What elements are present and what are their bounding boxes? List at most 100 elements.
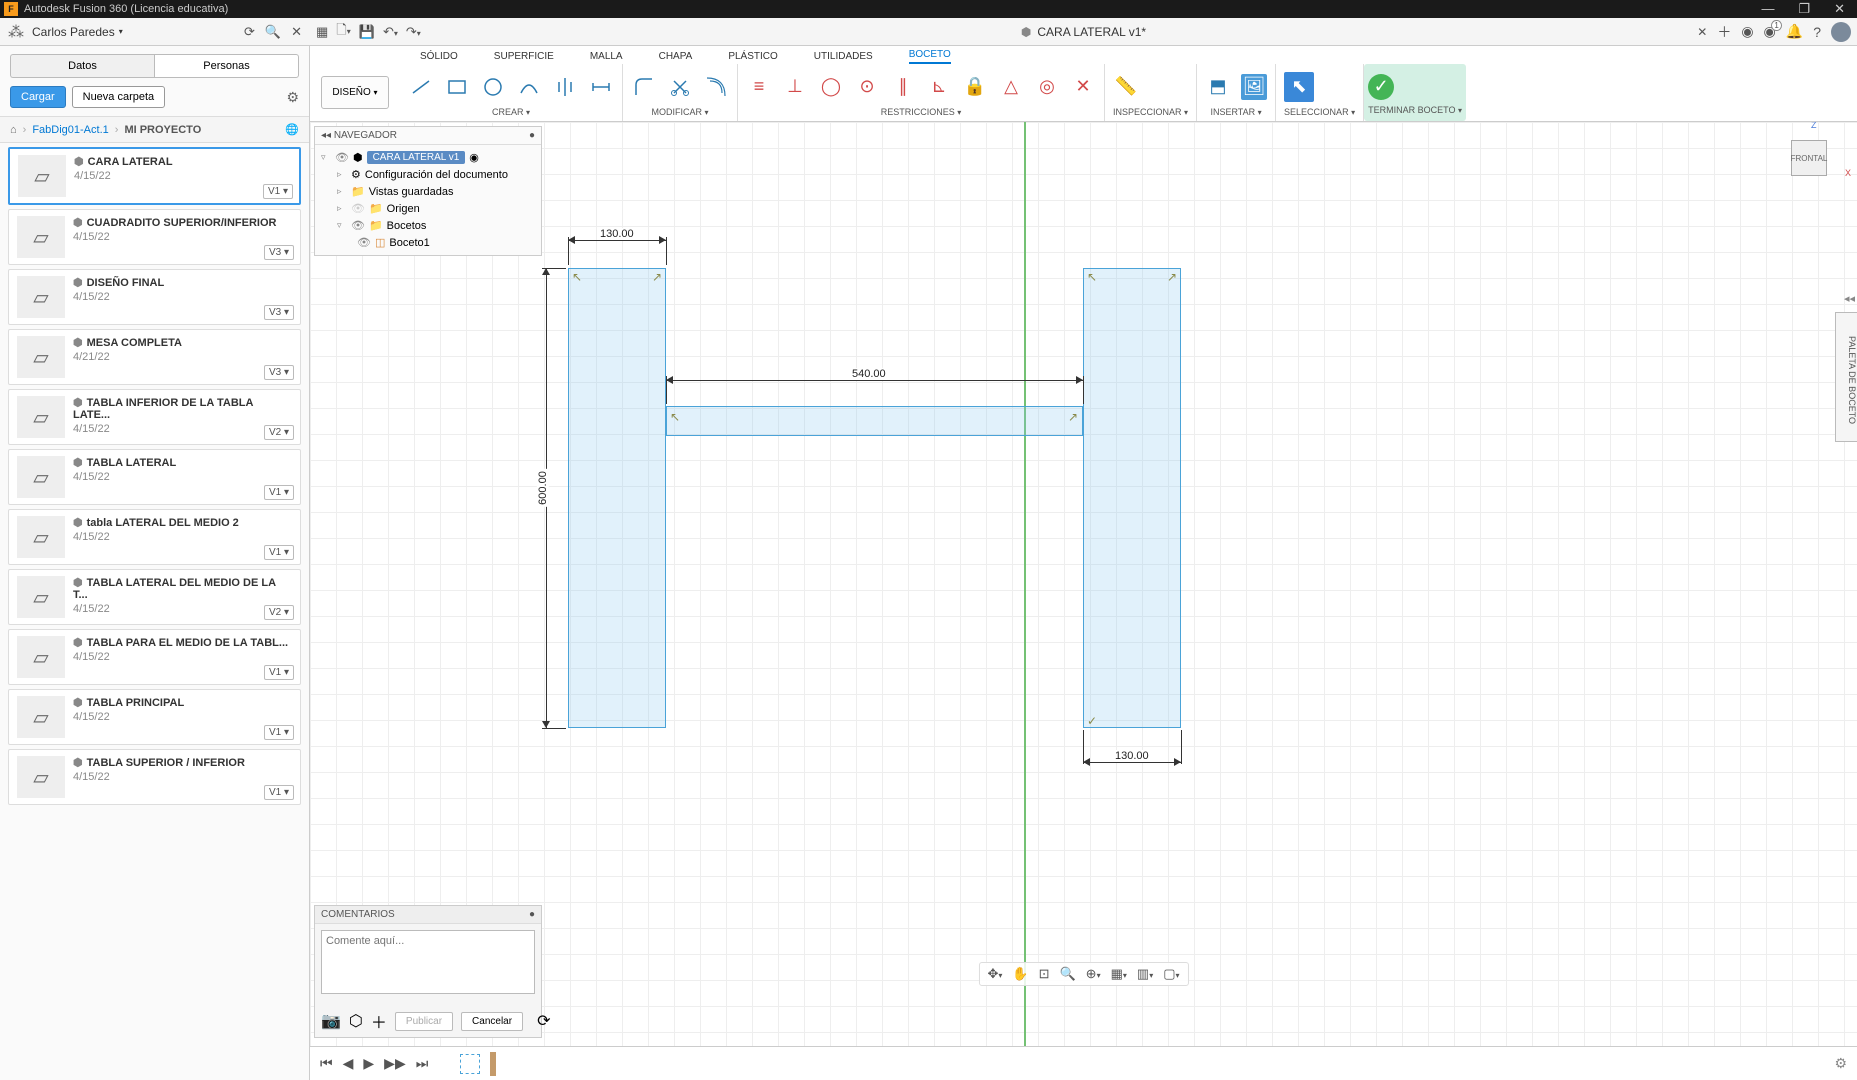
design-item[interactable]: ▱⬢TABLA PARA EL MEDIO DE LA TABL...4/15/… <box>8 629 301 685</box>
version-badge[interactable]: V2 ▾ <box>264 425 294 440</box>
publish-button[interactable]: Publicar <box>395 1012 453 1031</box>
timeline-sketch-feature[interactable] <box>460 1054 480 1074</box>
equal-constraint-icon[interactable]: △ <box>998 74 1024 100</box>
help-icon[interactable]: ? <box>1813 24 1821 40</box>
design-item[interactable]: ▱⬢CARA LATERAL4/15/22V1 ▾ <box>8 147 301 205</box>
circle-tool-icon[interactable] <box>480 74 506 100</box>
grid-settings-icon[interactable]: ▥▾ <box>1137 966 1153 982</box>
symmetry-constraint-icon[interactable]: ✕ <box>1070 74 1096 100</box>
new-tab-icon[interactable]: ＋ <box>1717 22 1731 42</box>
version-badge[interactable]: V1 ▾ <box>264 725 294 740</box>
new-folder-button[interactable]: Nueva carpeta <box>72 86 166 108</box>
jobs-icon[interactable]: ◉1 <box>1764 23 1776 40</box>
avatar[interactable] <box>1831 22 1851 42</box>
ribbon-tab[interactable]: SÓLIDO <box>420 51 458 64</box>
timeline-start-icon[interactable]: ⏮ <box>320 1055 333 1072</box>
ribbon-tab[interactable]: MALLA <box>590 51 623 64</box>
tangent-constraint-icon[interactable]: ◯ <box>818 74 844 100</box>
measure-tool-icon[interactable]: 📏 <box>1113 74 1139 100</box>
dim-130a[interactable]: 130.00 <box>598 228 636 240</box>
attach-icon[interactable]: ⬡ <box>349 1011 363 1031</box>
display-icon[interactable]: ▦▾ <box>1111 966 1127 982</box>
perpendicular-constraint-icon[interactable]: ⊾ <box>926 74 952 100</box>
version-badge[interactable]: V1 ▾ <box>263 184 293 199</box>
coincident-constraint-icon[interactable]: ⊙ <box>854 74 880 100</box>
timeline-play-icon[interactable]: ▶ <box>363 1055 374 1072</box>
zoom-window-icon[interactable]: ⊡ <box>1039 966 1050 982</box>
tab-people[interactable]: Personas <box>154 54 299 78</box>
dimension-tool-icon[interactable] <box>588 74 614 100</box>
mirror-tool-icon[interactable] <box>552 74 578 100</box>
upload-button[interactable]: Cargar <box>10 86 66 108</box>
user-dropdown[interactable]: Carlos Paredes ▾ <box>32 25 123 39</box>
design-item[interactable]: ▱⬢DISEÑO FINAL4/15/22V3 ▾ <box>8 269 301 325</box>
ribbon-tab[interactable]: SUPERFICIE <box>494 51 554 64</box>
version-badge[interactable]: V1 ▾ <box>264 485 294 500</box>
panel-close-icon[interactable]: ✕ <box>291 24 302 40</box>
concentric-constraint-icon[interactable]: ◎ <box>1034 74 1060 100</box>
sketch-rect-right[interactable] <box>1083 268 1181 728</box>
panel-settings-icon[interactable]: ⚙ <box>286 89 299 106</box>
extensions-icon[interactable]: ◉ <box>1741 23 1753 40</box>
lock-constraint-icon[interactable]: 🔒 <box>962 74 988 100</box>
ribbon-tab[interactable]: UTILIDADES <box>814 51 873 64</box>
notifications-icon[interactable]: 🔔 <box>1786 23 1803 40</box>
redo-icon[interactable]: ↷▾ <box>406 24 421 40</box>
timeline-marker[interactable] <box>490 1052 496 1076</box>
ribbon-tab[interactable]: CHAPA <box>659 51 693 64</box>
timeline-end-icon[interactable]: ⏭ <box>416 1055 429 1072</box>
design-item[interactable]: ▱⬢MESA COMPLETA4/21/22V3 ▾ <box>8 329 301 385</box>
select-tool-icon[interactable]: ⬉ <box>1284 72 1314 102</box>
dim-540[interactable]: 540.00 <box>850 368 888 380</box>
design-item[interactable]: ▱⬢TABLA PRINCIPAL4/15/22V1 ▾ <box>8 689 301 745</box>
line-tool-icon[interactable] <box>408 74 434 100</box>
document-tab[interactable]: ⬢ CARA LATERAL v1* <box>1021 25 1146 39</box>
nav-sketch1[interactable]: 👁◫Boceto1 <box>321 234 535 251</box>
save-icon[interactable]: 💾 <box>359 24 375 40</box>
arc-tool-icon[interactable] <box>516 74 542 100</box>
nav-saved-views[interactable]: ▹📁Vistas guardadas <box>321 183 535 200</box>
nav-sketches[interactable]: ▿👁📁Bocetos <box>321 217 535 234</box>
comments-pin-icon[interactable]: ● <box>529 909 535 920</box>
window-maximize-button[interactable]: ❐ <box>1798 1 1810 17</box>
design-item[interactable]: ▱⬢TABLA INFERIOR DE LA TABLA LATE...4/15… <box>8 389 301 445</box>
camera-icon[interactable]: 📷 <box>321 1011 341 1031</box>
trim-tool-icon[interactable] <box>667 74 693 100</box>
version-badge[interactable]: V1 ▾ <box>264 785 294 800</box>
viewport-icon[interactable]: ▢▾ <box>1163 966 1179 982</box>
palette-collapse-icon[interactable]: ◂◂ <box>1844 292 1855 305</box>
breadcrumb-team[interactable]: FabDig01-Act.1 <box>32 124 108 136</box>
cancel-button[interactable]: Cancelar <box>461 1012 523 1031</box>
version-badge[interactable]: V3 ▾ <box>264 305 294 320</box>
design-item[interactable]: ▱⬢tabla LATERAL DEL MEDIO 24/15/22V1 ▾ <box>8 509 301 565</box>
version-badge[interactable]: V1 ▾ <box>264 665 294 680</box>
viewcube-face[interactable]: FRONTAL <box>1791 140 1827 176</box>
nav-root[interactable]: ▿👁 ⬢ CARA LATERAL v1◉ <box>321 149 535 166</box>
design-item[interactable]: ▱⬢CUADRADITO SUPERIOR/INFERIOR4/15/22V3 … <box>8 209 301 265</box>
search-icon[interactable]: 🔍 <box>265 24 281 40</box>
sketch-rect-middle[interactable] <box>666 406 1083 436</box>
timeline-settings-icon[interactable]: ⚙ <box>1834 1055 1847 1072</box>
group-label-finish[interactable]: TERMINAR BOCETO ▾ <box>1368 105 1462 117</box>
sketch-palette-tab[interactable]: PALETA DE BOCETO <box>1835 312 1857 442</box>
undo-icon[interactable]: ↶▾ <box>383 24 398 40</box>
timeline-next-icon[interactable]: ▶▶ <box>384 1055 406 1072</box>
navigator-collapse-icon[interactable]: ◂◂ <box>321 130 331 141</box>
rectangle-tool-icon[interactable] <box>444 74 470 100</box>
insert-svg-icon[interactable]: ⬒ <box>1205 74 1231 100</box>
dim-600[interactable]: 600.00 <box>537 469 549 507</box>
home-icon[interactable]: ⌂ <box>10 124 17 136</box>
workspace-dropdown[interactable]: DISEÑO ▾ <box>321 76 388 109</box>
web-icon[interactable]: 🌐 <box>285 123 299 136</box>
fillet-tool-icon[interactable] <box>631 74 657 100</box>
design-item[interactable]: ▱⬢TABLA SUPERIOR / INFERIOR4/15/22V1 ▾ <box>8 749 301 805</box>
timeline-prev-icon[interactable]: ◀ <box>343 1055 354 1072</box>
tab-data[interactable]: Datos <box>10 54 154 78</box>
file-dropdown[interactable]: 🗋▾ <box>336 21 350 43</box>
window-close-button[interactable]: ✕ <box>1834 1 1845 17</box>
fit-icon[interactable]: ⊕▾ <box>1086 966 1101 982</box>
tab-close-icon[interactable]: ✕ <box>1697 25 1707 39</box>
version-badge[interactable]: V1 ▾ <box>264 545 294 560</box>
orbit-icon[interactable]: ✥▾ <box>987 966 1002 982</box>
zoom-icon[interactable]: 🔍 <box>1059 966 1075 982</box>
